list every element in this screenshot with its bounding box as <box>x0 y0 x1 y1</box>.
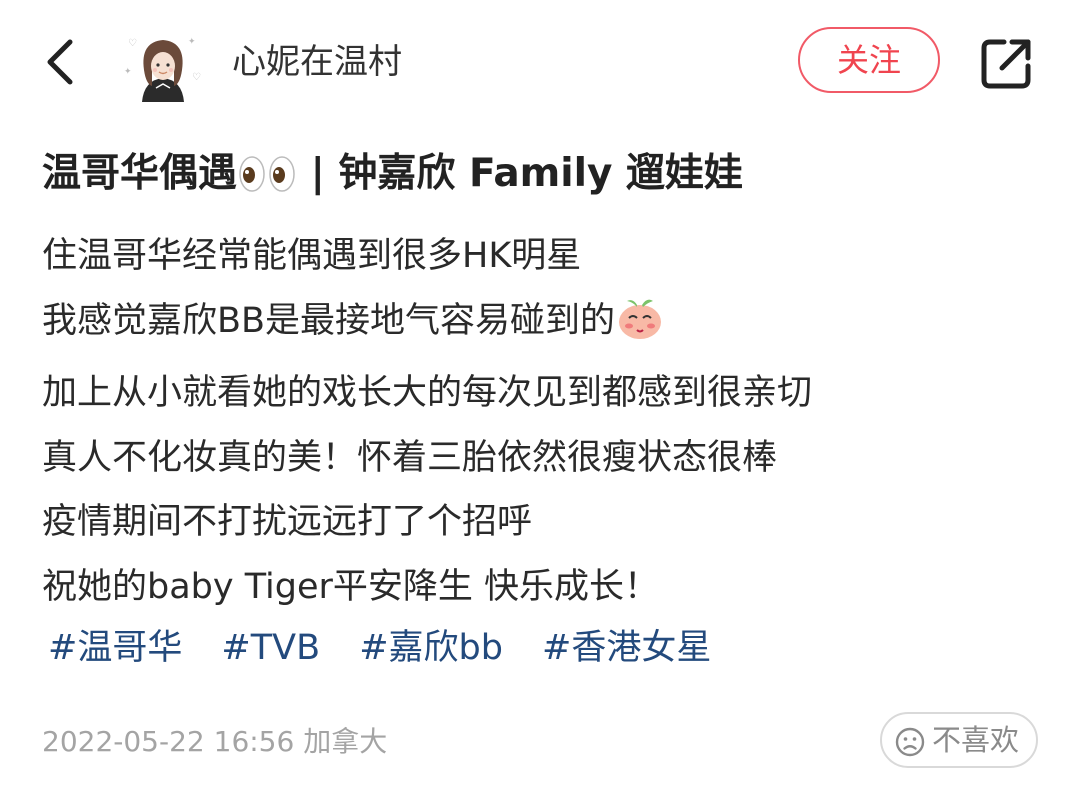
author-avatar[interactable]: ♡ ✦ ✦ ♡ <box>122 30 204 102</box>
post-date-location: 2022-05-22 16:56 加拿大 <box>42 725 388 758</box>
hashtag-link[interactable]: #香港女星 <box>542 618 711 678</box>
author-name[interactable]: 心妮在温村 <box>232 40 402 84</box>
share-external-icon <box>981 39 1031 89</box>
body-line: 住温哥华经常能偶遇到很多HK明星 <box>42 236 582 276</box>
dislike-button[interactable]: 不喜欢 <box>880 712 1038 768</box>
post-title: 温哥华偶遇 | 钟嘉欣 Family 遛娃娃 <box>42 145 1052 211</box>
hashtag-link[interactable]: #嘉欣bb <box>359 618 503 678</box>
svg-text:✦: ✦ <box>188 37 196 47</box>
body-line: 祝她的baby Tiger平安降生 快乐成长！ <box>42 566 660 607</box>
post-header: ♡ ✦ ✦ ♡ 心妮在温村 关注 <box>0 0 1080 122</box>
hashtag-link[interactable]: #TVB <box>221 618 320 678</box>
hashtag-list: #温哥华 #TVB #嘉欣bb #香港女星 <box>48 618 745 678</box>
svg-text:✦: ✦ <box>124 67 132 77</box>
peach-blush-emoji-icon <box>615 296 665 362</box>
svg-text:♡: ♡ <box>128 38 137 49</box>
avatar-illustration: ♡ ✦ ✦ ♡ <box>124 37 201 102</box>
svg-text:♡: ♡ <box>192 72 201 83</box>
hashtag-link[interactable]: #温哥华 <box>48 618 182 678</box>
body-line-text: 我感觉嘉欣BB是最接地气容易碰到的 <box>42 300 616 341</box>
post-body: 住温哥华经常能偶遇到很多HK明星 我感觉嘉欣BB是最接地气容易碰到的 加上从小就… <box>42 224 1052 619</box>
body-line: 加上从小就看她的戏长大的每次见到都感到很亲切 <box>42 373 813 413</box>
body-line: 疫情期间不打扰远远打了个招呼 <box>42 502 533 542</box>
dislike-label: 不喜欢 <box>932 723 1020 757</box>
sad-face-icon <box>895 727 925 757</box>
title-text-part1: 温哥华偶遇 <box>42 151 238 196</box>
share-button[interactable] <box>978 34 1036 92</box>
eyes-emoji-icon <box>237 153 297 211</box>
chevron-left-icon <box>47 39 73 85</box>
title-text-part2: | 钟嘉欣 Family 遛娃娃 <box>297 151 744 196</box>
back-button[interactable] <box>40 32 88 92</box>
body-line: 真人不化妆真的美！怀着三胎依然很瘦状态很棒 <box>42 437 778 478</box>
follow-button[interactable]: 关注 <box>798 27 940 93</box>
body-line: 我感觉嘉欣BB是最接地气容易碰到的 <box>42 289 1052 362</box>
